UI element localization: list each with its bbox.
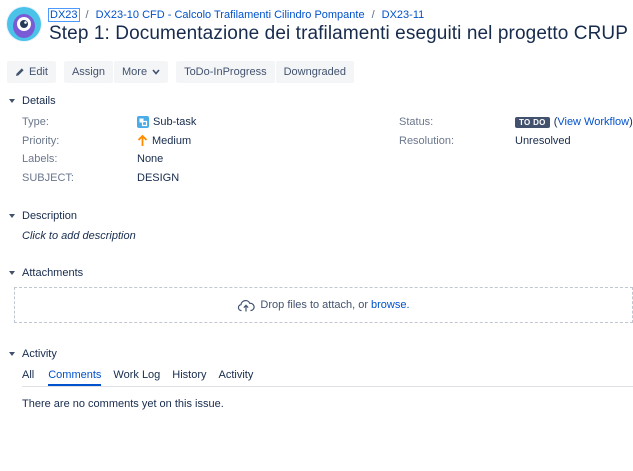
resolution-label: Resolution: bbox=[399, 135, 455, 147]
assign-button-label: Assign bbox=[71, 66, 105, 78]
status-lozenge: TO DO bbox=[515, 116, 550, 128]
subtask-icon bbox=[137, 116, 149, 128]
browse-link[interactable]: browse. bbox=[371, 299, 410, 311]
priority-label: Priority: bbox=[22, 135, 60, 147]
description-placeholder[interactable]: Click to add description bbox=[22, 230, 136, 242]
breadcrumb-separator: / bbox=[371, 9, 375, 21]
activity-tabs: All Comments Work Log History Activity bbox=[22, 369, 265, 386]
chevron-down-icon bbox=[152, 69, 160, 75]
resolution-value: Unresolved bbox=[515, 135, 571, 147]
breadcrumb: DX23 / DX23-10 CFD - Calcolo Trafilament… bbox=[48, 7, 425, 23]
type-value: Sub-task bbox=[137, 116, 196, 128]
todo-inprogress-button[interactable]: ToDo-InProgress bbox=[176, 61, 275, 83]
attachments-heading: Attachments bbox=[22, 267, 84, 279]
assign-button[interactable]: Assign bbox=[63, 61, 113, 83]
chevron-down-icon bbox=[9, 352, 15, 356]
tabs-divider bbox=[22, 386, 633, 387]
pencil-icon bbox=[16, 68, 24, 76]
cloud-upload-icon bbox=[238, 299, 256, 311]
activity-heading: Activity bbox=[22, 348, 57, 360]
type-value-text: Sub-task bbox=[153, 116, 197, 128]
labels-value[interactable]: None bbox=[137, 153, 163, 165]
priority-value-text: Medium bbox=[152, 135, 192, 147]
attachment-dropzone[interactable]: Drop files to attach, or browse. bbox=[14, 287, 633, 323]
activity-section-toggle[interactable]: Activity bbox=[8, 348, 57, 360]
description-section-toggle[interactable]: Description bbox=[8, 210, 77, 222]
tab-comments[interactable]: Comments bbox=[48, 369, 102, 386]
chevron-down-icon bbox=[9, 99, 15, 103]
issue-toolbar: Edit Assign More ToDo-InProgress Downgra… bbox=[7, 61, 355, 83]
breadcrumb-issue-link[interactable]: DX23-11 bbox=[382, 9, 425, 21]
empty-comments-message: There are no comments yet on this issue. bbox=[22, 398, 224, 410]
status-value: TO DO (View Workflow) bbox=[515, 116, 633, 128]
breadcrumb-project-link[interactable]: DX23 bbox=[48, 8, 80, 22]
dropzone-text: Drop files to attach, or bbox=[260, 299, 369, 311]
edit-button[interactable]: Edit bbox=[7, 61, 56, 83]
page-title[interactable]: Step 1: Documentazione dei trafilamenti … bbox=[49, 23, 628, 45]
details-heading: Details bbox=[22, 95, 56, 107]
chevron-down-icon bbox=[9, 214, 15, 218]
tab-activity[interactable]: Activity bbox=[219, 369, 254, 386]
type-label: Type: bbox=[22, 116, 49, 128]
status-label: Status: bbox=[399, 116, 434, 128]
more-button[interactable]: More bbox=[114, 61, 169, 83]
chevron-down-icon bbox=[9, 271, 15, 275]
attachments-section-toggle[interactable]: Attachments bbox=[8, 267, 83, 279]
tab-work-log[interactable]: Work Log bbox=[113, 369, 160, 386]
downgraded-label: Downgraded bbox=[283, 66, 346, 78]
view-workflow-link[interactable]: View Workflow bbox=[557, 116, 629, 128]
tab-history[interactable]: History bbox=[172, 369, 206, 386]
arrow-up-icon bbox=[137, 135, 148, 146]
project-avatar[interactable] bbox=[6, 6, 42, 42]
downgraded-button[interactable]: Downgraded bbox=[275, 61, 354, 83]
breadcrumb-separator: / bbox=[85, 9, 89, 21]
details-section-toggle[interactable]: Details bbox=[8, 95, 56, 107]
description-heading: Description bbox=[22, 210, 78, 222]
edit-button-label: Edit bbox=[29, 66, 48, 78]
tab-all[interactable]: All bbox=[22, 369, 34, 386]
breadcrumb-parent-link[interactable]: DX23-10 CFD - Calcolo Trafilamenti Cilin… bbox=[96, 9, 365, 21]
more-button-label: More bbox=[122, 66, 148, 78]
subject-value[interactable]: DESIGN bbox=[137, 172, 179, 184]
todo-inprogress-label: ToDo-InProgress bbox=[184, 66, 267, 78]
priority-value: Medium bbox=[137, 135, 191, 147]
labels-label: Labels: bbox=[22, 153, 58, 165]
subject-label: SUBJECT: bbox=[22, 172, 74, 184]
